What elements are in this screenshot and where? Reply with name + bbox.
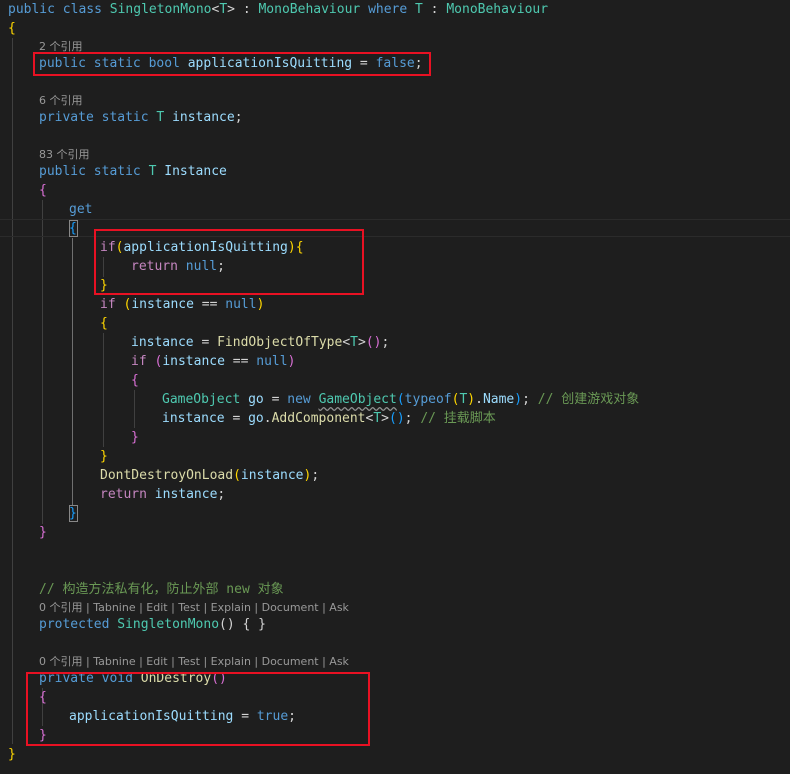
codelens-references[interactable]: 83 个引用 (39, 147, 90, 163)
code-line: get (69, 202, 93, 217)
code-line: instance = FindObjectOfType<T>(); (131, 335, 390, 350)
code-line: DontDestroyOnLoad(instance); (100, 468, 320, 483)
code-line: instance = go.AddComponent<T>(); // 挂载脚本 (162, 411, 496, 426)
code-line: return instance; (100, 487, 226, 502)
code-line: GameObject go = new GameObject(typeof(T)… (162, 392, 640, 407)
code-editor[interactable]: 2 个引用 6 个引用 83 个引用 0 个引用 | Tabnine | Edi… (0, 0, 790, 774)
code-line: } (8, 747, 16, 762)
codelens-ctor[interactable]: 0 个引用 | Tabnine | Edit | Test | Explain … (39, 600, 349, 616)
code-line: protected SingletonMono() { } (39, 617, 266, 632)
codelens-ondestroy[interactable]: 0 个引用 | Tabnine | Edit | Test | Explain … (39, 654, 349, 670)
indent-guide (134, 390, 135, 428)
indent-guide (42, 200, 43, 524)
code-line: if (instance == null) (131, 354, 296, 369)
code-line: { (100, 316, 108, 331)
indent-guide (103, 333, 104, 447)
annotation-box (94, 229, 364, 295)
code-line: } (131, 430, 139, 445)
indent-guide (72, 238, 73, 506)
annotation-box (26, 672, 370, 746)
code-line: { (39, 183, 47, 198)
code-line: if (instance == null) (100, 297, 265, 312)
code-line: { (69, 221, 77, 236)
code-line: { (131, 373, 139, 388)
code-line: } (39, 525, 47, 540)
code-line: public class SingletonMono<T> : MonoBeha… (8, 2, 549, 17)
annotation-box (33, 52, 431, 76)
code-line: // 构造方法私有化，防止外部 new 对象 (39, 582, 284, 597)
codelens-references[interactable]: 6 个引用 (39, 93, 83, 109)
code-line: private static T instance; (39, 110, 243, 125)
code-line: } (69, 506, 77, 521)
code-line: } (100, 449, 108, 464)
code-line: public static T Instance (39, 164, 227, 179)
code-line: { (8, 21, 16, 36)
indent-guide (12, 38, 13, 744)
